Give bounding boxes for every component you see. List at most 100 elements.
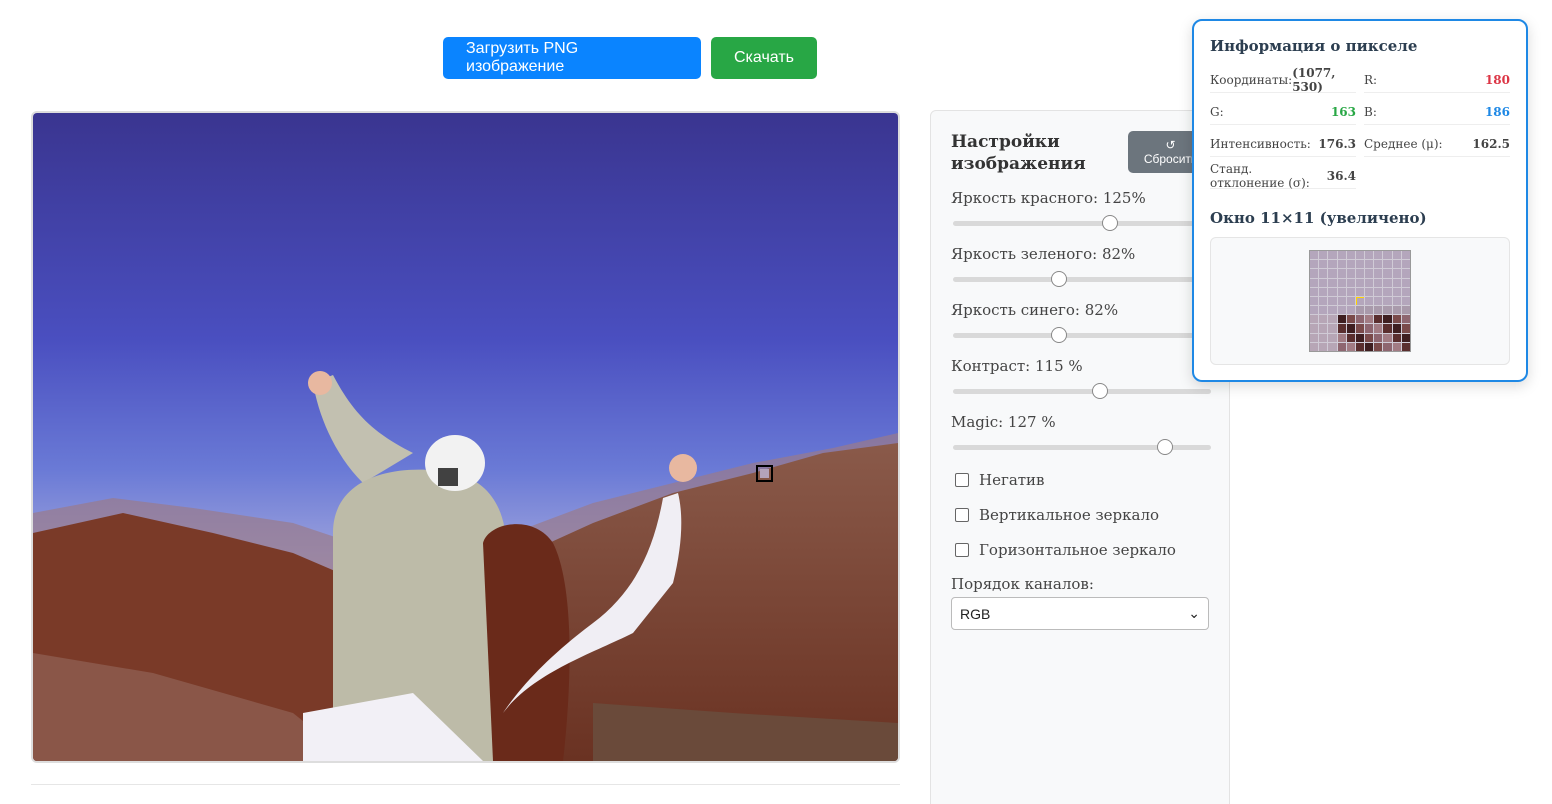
zoom-cell bbox=[1346, 333, 1355, 342]
g-label: G: bbox=[1210, 104, 1224, 119]
slider-green-brightness: Яркость зеленого: 82% bbox=[951, 245, 1211, 287]
zoom-cell bbox=[1346, 306, 1355, 315]
zoom-cell bbox=[1374, 315, 1383, 324]
slider-thumb[interactable] bbox=[1156, 439, 1173, 455]
checkbox-box[interactable] bbox=[955, 543, 969, 557]
zoom-cell bbox=[1337, 278, 1346, 287]
zoom-cell bbox=[1310, 296, 1319, 306]
zoom-window bbox=[1210, 237, 1510, 365]
zoom-cell bbox=[1346, 260, 1355, 269]
intensity-label: Интенсивность: bbox=[1210, 136, 1311, 151]
checkbox-vertical-mirror[interactable]: Вертикальное зеркало bbox=[955, 506, 1159, 524]
zoom-cell bbox=[1328, 296, 1337, 306]
zoom-cell bbox=[1346, 251, 1355, 260]
zoom-cell bbox=[1319, 278, 1328, 287]
zoom-cell bbox=[1365, 251, 1374, 260]
zoom-cell bbox=[1401, 324, 1410, 333]
zoom-cell bbox=[1328, 315, 1337, 324]
upload-png-button[interactable]: Загрузить PNG изображение bbox=[443, 37, 701, 79]
zoom-cell bbox=[1319, 251, 1328, 260]
zoom-cell bbox=[1392, 287, 1401, 296]
std-label: Станд. отклонение (σ): bbox=[1210, 161, 1310, 190]
zoom-cell bbox=[1355, 278, 1365, 287]
zoom-cell bbox=[1328, 251, 1337, 260]
zoom-cell bbox=[1383, 260, 1392, 269]
zoom-cell bbox=[1346, 324, 1355, 333]
zoom-cell bbox=[1328, 278, 1337, 287]
checkbox-box[interactable] bbox=[955, 473, 969, 487]
slider-thumb[interactable] bbox=[1102, 215, 1119, 231]
channel-order-select[interactable]: RGB ⌄ bbox=[951, 597, 1209, 630]
zoom-cell bbox=[1319, 315, 1328, 324]
divider bbox=[31, 784, 900, 785]
zoom-cell bbox=[1337, 315, 1346, 324]
zoom-cell bbox=[1392, 342, 1401, 351]
zoom-cell bbox=[1365, 315, 1374, 324]
zoom-cell bbox=[1319, 287, 1328, 296]
checkbox-horizontal-mirror[interactable]: Горизонтальное зеркало bbox=[955, 541, 1176, 559]
zoom-cell bbox=[1355, 269, 1365, 278]
zoom-cell bbox=[1374, 306, 1383, 315]
zoom-cell bbox=[1310, 251, 1319, 260]
r-label: R: bbox=[1364, 72, 1378, 87]
mean-row: Среднее (μ): 162.5 bbox=[1364, 131, 1510, 157]
checkbox-negative[interactable]: Негатив bbox=[955, 471, 1045, 489]
image-canvas[interactable] bbox=[31, 111, 900, 763]
download-button[interactable]: Скачать bbox=[711, 37, 817, 79]
zoom-cell bbox=[1374, 296, 1383, 306]
zoom-cell bbox=[1346, 342, 1355, 351]
zoom-cell bbox=[1310, 315, 1319, 324]
slider-track[interactable] bbox=[953, 327, 1211, 343]
slider-track[interactable] bbox=[953, 271, 1211, 287]
zoom-cell bbox=[1401, 333, 1410, 342]
slider-track[interactable] bbox=[953, 439, 1211, 455]
slider-thumb[interactable] bbox=[1092, 383, 1109, 399]
slider-track[interactable] bbox=[953, 383, 1211, 399]
slider-track[interactable] bbox=[953, 215, 1211, 231]
zoom-cell bbox=[1392, 324, 1401, 333]
zoom-cell bbox=[1401, 269, 1410, 278]
zoom-cell bbox=[1328, 269, 1337, 278]
zoom-window-title: Окно 11×11 (увеличено) bbox=[1210, 209, 1427, 227]
slider-label: Контраст: 115 % bbox=[951, 357, 1083, 375]
zoom-cell bbox=[1383, 342, 1392, 351]
zoom-cell bbox=[1383, 315, 1392, 324]
zoom-cell bbox=[1401, 278, 1410, 287]
slider-thumb[interactable] bbox=[1050, 327, 1067, 343]
zoom-cell bbox=[1337, 269, 1346, 278]
slider-thumb[interactable] bbox=[1050, 271, 1067, 287]
zoom-cell bbox=[1374, 269, 1383, 278]
zoom-cell bbox=[1310, 324, 1319, 333]
intensity-value: 176.3 bbox=[1318, 136, 1356, 151]
pixel-info-title: Информация о пикселе bbox=[1210, 37, 1418, 55]
zoom-cell bbox=[1310, 306, 1319, 315]
b-label: B: bbox=[1364, 104, 1377, 119]
channel-order-label: Порядок каналов: bbox=[951, 575, 1094, 593]
zoom-cell bbox=[1310, 333, 1319, 342]
zoom-cell bbox=[1346, 296, 1355, 306]
zoom-cell bbox=[1401, 251, 1410, 260]
zoom-cell bbox=[1374, 251, 1383, 260]
coords-value: (1077, 530) bbox=[1292, 65, 1336, 94]
mean-value: 162.5 bbox=[1472, 136, 1510, 151]
zoom-cell bbox=[1392, 306, 1401, 315]
r-value: 180 bbox=[1484, 72, 1510, 87]
zoom-cell bbox=[1374, 342, 1383, 351]
zoom-cell bbox=[1383, 269, 1392, 278]
zoom-cell bbox=[1355, 296, 1365, 306]
g-row: G: 163 bbox=[1210, 99, 1356, 125]
zoom-cell bbox=[1374, 278, 1383, 287]
zoom-cell bbox=[1346, 315, 1355, 324]
coords-row: Координаты: (1077, 530) bbox=[1210, 65, 1356, 94]
checkbox-label: Горизонтальное зеркало bbox=[979, 541, 1176, 559]
std-value: 36.4 bbox=[1326, 168, 1356, 183]
zoom-cell bbox=[1392, 278, 1401, 287]
zoom-cell bbox=[1355, 306, 1365, 315]
zoom-cell bbox=[1346, 287, 1355, 296]
zoom-cell bbox=[1383, 278, 1392, 287]
toolbar: Загрузить PNG изображение Скачать bbox=[443, 37, 817, 79]
zoom-cell bbox=[1365, 260, 1374, 269]
reset-label: Сбросить bbox=[1143, 152, 1198, 166]
zoom-cell bbox=[1365, 306, 1374, 315]
checkbox-box[interactable] bbox=[955, 508, 969, 522]
